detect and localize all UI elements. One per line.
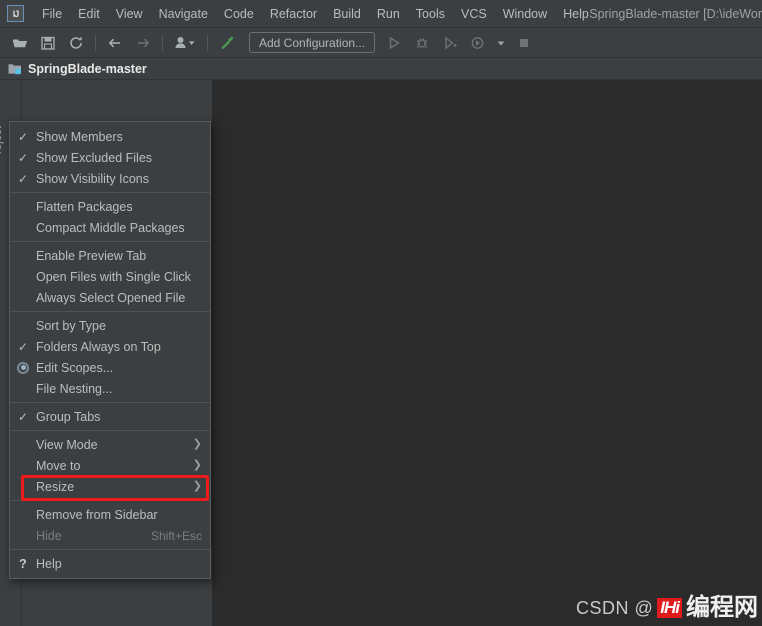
menu-item-open-files-with-single-click[interactable]: Open Files with Single Click <box>10 266 210 287</box>
menu-item-shortcut: Shift+Esc <box>150 528 202 543</box>
profiler-icon[interactable] <box>466 31 490 55</box>
menu-navigate[interactable]: Navigate <box>151 3 216 25</box>
watermark-logo-icon: IHi <box>657 597 682 619</box>
menu-item-label: File Nesting... <box>36 381 113 396</box>
menu-separator <box>10 500 210 501</box>
window-title: SpringBlade-master [D:\ideWor <box>589 7 762 21</box>
menu-item-label: Flatten Packages <box>36 199 133 214</box>
menu-separator <box>10 549 210 550</box>
menu-vcs[interactable]: VCS <box>453 3 495 25</box>
menu-item-view-mode[interactable]: View Mode ❯ <box>10 434 210 455</box>
menu-code[interactable]: Code <box>216 3 262 25</box>
menu-edit[interactable]: Edit <box>70 3 108 25</box>
open-folder-icon[interactable] <box>8 31 32 55</box>
checkmark-icon: ✓ <box>17 150 29 165</box>
sync-icon[interactable] <box>64 31 88 55</box>
menu-item-enable-preview-tab[interactable]: Enable Preview Tab <box>10 245 210 266</box>
menu-item-show-members[interactable]: ✓ Show Members <box>10 126 210 147</box>
toolbar-separator-1 <box>95 34 96 51</box>
checkmark-icon: ✓ <box>17 339 29 354</box>
project-header-title: SpringBlade-master <box>28 61 147 76</box>
menu-separator <box>10 241 210 242</box>
menu-bar: IJ File Edit View Navigate Code Refactor… <box>0 0 762 28</box>
menu-item-label: Open Files with Single Click <box>36 269 191 284</box>
scope-radio-icon <box>15 357 31 378</box>
menu-tools[interactable]: Tools <box>408 3 453 25</box>
main-toolbar: Add Configuration... <box>0 28 762 58</box>
menu-item-label: Always Select Opened File <box>36 290 186 305</box>
menu-item-show-excluded-files[interactable]: ✓ Show Excluded Files <box>10 147 210 168</box>
menu-item-label: Resize <box>36 479 75 494</box>
save-icon[interactable] <box>36 31 60 55</box>
run-with-coverage-icon[interactable] <box>438 31 462 55</box>
menu-run[interactable]: Run <box>369 3 408 25</box>
checkmark-icon: ✓ <box>17 129 29 144</box>
project-folder-icon <box>8 62 22 76</box>
menu-item-label: Folders Always on Top <box>36 339 161 354</box>
menu-item-hide[interactable]: Hide Shift+Esc <box>10 525 210 546</box>
project-tool-window-top <box>22 80 212 122</box>
menu-item-label: Sort by Type <box>36 318 106 333</box>
menu-item-label: Move to <box>36 458 81 473</box>
menu-item-label: Edit Scopes... <box>36 360 114 375</box>
toolbar-separator-2 <box>162 34 163 51</box>
menu-build[interactable]: Build <box>325 3 369 25</box>
chevron-right-icon: ❯ <box>192 459 202 471</box>
intellij-logo-icon: IJ <box>7 5 24 22</box>
menu-item-label: Hide <box>36 528 62 543</box>
menu-separator <box>10 402 210 403</box>
menu-item-label: View Mode <box>36 437 98 452</box>
menu-separator <box>10 192 210 193</box>
question-mark-icon: ? <box>19 556 27 571</box>
profiler-dropdown-icon[interactable] <box>494 31 508 55</box>
menu-item-move-to[interactable]: Move to ❯ <box>10 455 210 476</box>
menu-item-always-select-opened-file[interactable]: Always Select Opened File <box>10 287 210 308</box>
watermark: CSDN @ IHi 编程网 <box>576 596 758 620</box>
checkmark-icon: ✓ <box>17 409 29 424</box>
checkmark-icon: ✓ <box>17 171 29 186</box>
stop-icon[interactable] <box>512 31 536 55</box>
menu-item-label: Help <box>36 556 62 571</box>
chevron-right-icon: ❯ <box>192 438 202 450</box>
watermark-prefix: CSDN @ <box>575 597 654 618</box>
build-hammer-icon[interactable] <box>215 31 239 55</box>
forward-arrow-icon[interactable] <box>131 31 155 55</box>
add-configuration-button[interactable]: Add Configuration... <box>249 32 376 53</box>
intellij-window: IJ File Edit View Navigate Code Refactor… <box>0 0 762 626</box>
menu-item-label: Remove from Sidebar <box>36 507 158 522</box>
menu-refactor[interactable]: Refactor <box>262 3 325 25</box>
chevron-right-icon: ❯ <box>192 480 202 492</box>
menu-item-resize[interactable]: Resize ❯ <box>10 476 210 497</box>
menu-item-label: Enable Preview Tab <box>36 248 147 263</box>
menu-item-show-visibility-icons[interactable]: ✓ Show Visibility Icons <box>10 168 210 189</box>
menu-item-help[interactable]: ? Help <box>10 553 210 574</box>
menu-item-compact-middle-packages[interactable]: Compact Middle Packages <box>10 217 210 238</box>
menu-item-flatten-packages[interactable]: Flatten Packages <box>10 196 210 217</box>
menu-item-file-nesting[interactable]: File Nesting... <box>10 378 210 399</box>
project-view-options-context-menu: ✓ Show Members ✓ Show Excluded Files ✓ S… <box>9 121 211 579</box>
project-header-bar: SpringBlade-master <box>0 58 762 80</box>
menu-item-group-tabs[interactable]: ✓ Group Tabs <box>10 406 210 427</box>
back-arrow-icon[interactable] <box>103 31 127 55</box>
run-icon[interactable] <box>382 31 406 55</box>
toolbar-separator-3 <box>207 34 208 51</box>
menu-item-edit-scopes[interactable]: Edit Scopes... <box>10 357 210 378</box>
menu-file[interactable]: File <box>34 3 70 25</box>
debug-icon[interactable] <box>410 31 434 55</box>
menu-separator <box>10 311 210 312</box>
menu-separator <box>10 430 210 431</box>
menu-item-folders-always-on-top[interactable]: ✓ Folders Always on Top <box>10 336 210 357</box>
menu-item-remove-from-sidebar[interactable]: Remove from Sidebar <box>10 504 210 525</box>
tool-window-tab-project[interactable]: roject <box>0 94 4 154</box>
menu-item-label: Show Excluded Files <box>36 150 153 165</box>
user-profile-icon[interactable] <box>170 31 200 55</box>
watermark-text: 编程网 <box>686 594 758 621</box>
menu-item-label: Compact Middle Packages <box>36 220 185 235</box>
menu-item-sort-by-type[interactable]: Sort by Type <box>10 315 210 336</box>
menu-item-label: Show Visibility Icons <box>36 171 150 186</box>
menu-item-label: Group Tabs <box>36 409 101 424</box>
menu-view[interactable]: View <box>108 3 151 25</box>
menu-item-label: Show Members <box>36 129 123 144</box>
menu-window[interactable]: Window <box>495 3 555 25</box>
